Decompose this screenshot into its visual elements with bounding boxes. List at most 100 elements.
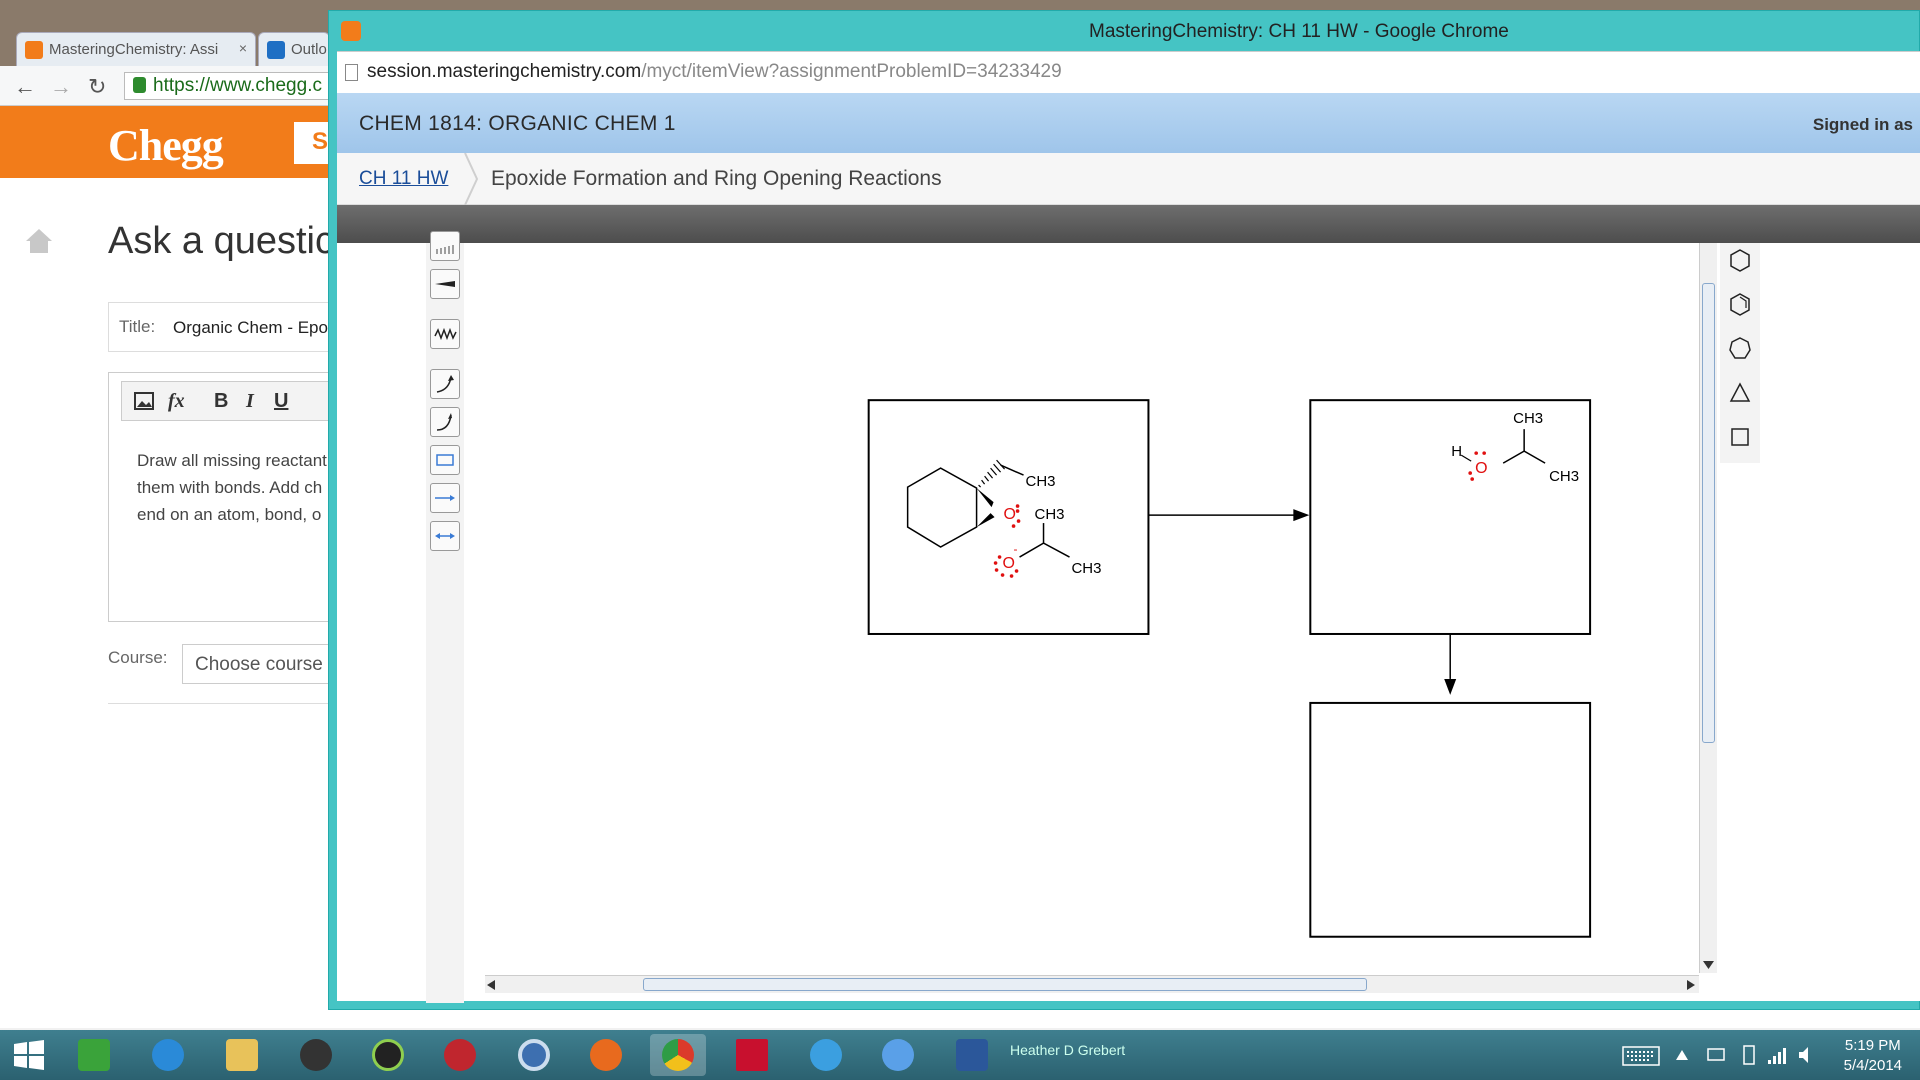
hydroxyl-oxygen-label: O xyxy=(1475,460,1487,477)
tab-label: MasteringChemistry: Assi xyxy=(49,41,219,58)
music-player-icon xyxy=(372,1039,404,1071)
formula-icon[interactable]: fx xyxy=(168,390,185,413)
half-arrow-tool[interactable] xyxy=(430,407,460,437)
taskbar-app[interactable] xyxy=(578,1034,634,1076)
quicktime-icon xyxy=(810,1039,842,1071)
keyboard-icon[interactable] xyxy=(1622,1046,1660,1066)
home-icon[interactable] xyxy=(24,226,54,256)
square-template-icon[interactable] xyxy=(1724,419,1756,455)
breadcrumb-current: Epoxide Formation and Ring Opening React… xyxy=(491,167,942,190)
clock-date: 5/4/2014 xyxy=(1843,1057,1902,1074)
course-label: Course: xyxy=(108,648,168,667)
breadcrumb-chevron-icon xyxy=(464,153,479,205)
italic-button[interactable]: I xyxy=(246,390,254,413)
drawing-canvas[interactable]: CH3 O O - CH3 CH3 CH3 CH3 H O xyxy=(464,243,1704,973)
address-bar[interactable]: session.masteringchemistry.com/myct/item… xyxy=(337,51,1920,93)
media-icon xyxy=(300,1039,332,1071)
taskbar-app[interactable] xyxy=(66,1034,122,1076)
tab-close-icon[interactable]: × xyxy=(239,40,247,56)
kaspersky-icon xyxy=(736,1039,768,1071)
tab-label: Outlo xyxy=(291,41,327,58)
epoxide-wedge-bond[interactable] xyxy=(976,488,994,508)
wavy-bond-icon xyxy=(434,327,457,341)
back-arrow-icon[interactable]: ← xyxy=(14,74,36,100)
system-clock[interactable]: 5:19 PM 5/4/2014 xyxy=(1844,1036,1902,1076)
tab-outlook[interactable]: Outlo xyxy=(258,32,330,66)
scroll-down-icon[interactable] xyxy=(1703,961,1714,969)
windows-start-icon[interactable] xyxy=(12,1040,46,1070)
taskbar-app[interactable] xyxy=(506,1034,562,1076)
taskbar-app[interactable] xyxy=(724,1034,780,1076)
wedge-bond-tool[interactable] xyxy=(430,269,460,299)
hexagon-template-icon[interactable] xyxy=(1724,243,1756,279)
ethyl-bond[interactable] xyxy=(1000,464,1024,476)
horizontal-scrollbar[interactable] xyxy=(485,975,1699,993)
underline-button[interactable]: U xyxy=(274,390,288,413)
taskbar-app[interactable] xyxy=(870,1034,926,1076)
ch3-label: CH3 xyxy=(1035,506,1065,523)
tab-mastering-chemistry[interactable]: MasteringChemistry: Assi × xyxy=(16,32,256,66)
box-tool[interactable] xyxy=(430,445,460,475)
o-h-bond[interactable] xyxy=(1460,454,1472,462)
signal-icon[interactable] xyxy=(1766,1044,1788,1066)
isopropanol-bonds[interactable] xyxy=(1502,450,1546,464)
network-icon[interactable] xyxy=(1706,1046,1726,1064)
taskbar-app-active[interactable] xyxy=(650,1034,706,1076)
address-text: https://www.chegg.c xyxy=(153,75,322,96)
page-title: Ask a questic xyxy=(108,220,334,262)
hashed-bond[interactable] xyxy=(978,459,1006,488)
scroll-left-icon[interactable] xyxy=(487,980,495,990)
benzene-template-icon[interactable] xyxy=(1724,287,1756,323)
curved-arrow-icon xyxy=(436,375,454,393)
reaction-arrow-tool[interactable] xyxy=(430,483,460,513)
taskbar-app[interactable] xyxy=(360,1034,416,1076)
title-input-value[interactable]: Organic Chem - Epo xyxy=(173,318,328,338)
vertical-scroll-thumb[interactable] xyxy=(1702,283,1715,743)
taskbar-app[interactable] xyxy=(214,1034,270,1076)
scroll-right-icon[interactable] xyxy=(1687,980,1695,990)
curved-arrow-tool[interactable] xyxy=(430,369,460,399)
ch3-label: CH3 xyxy=(1072,560,1102,577)
breadcrumb-link-assignment[interactable]: CH 11 HW xyxy=(359,168,448,190)
reaction-arrowhead xyxy=(1444,678,1457,695)
ch3-label: CH3 xyxy=(1026,473,1056,490)
taskbar-app[interactable] xyxy=(432,1034,488,1076)
window-titlebar[interactable]: MasteringChemistry: CH 11 HW - Google Ch… xyxy=(329,11,1920,51)
mastering-app-icon xyxy=(341,21,361,41)
vertical-scrollbar[interactable] xyxy=(1699,243,1717,973)
resonance-arrow-tool[interactable] xyxy=(430,521,460,551)
cyclohexane-ring[interactable] xyxy=(906,467,978,548)
chrome-icon xyxy=(662,1039,694,1071)
rectangle-icon xyxy=(436,454,454,466)
epoxide-wedge-bond[interactable] xyxy=(976,513,995,528)
url-text[interactable]: session.masteringchemistry.com/myct/item… xyxy=(367,61,1062,83)
triangle-template-icon[interactable] xyxy=(1724,375,1756,411)
hashed-bond-icon xyxy=(436,245,454,254)
ch3-label: CH3 xyxy=(1513,410,1543,427)
volume-icon[interactable] xyxy=(1796,1044,1818,1066)
tray-user-name[interactable]: Heather D Grebert xyxy=(1010,1042,1125,1058)
taskbar-app[interactable] xyxy=(944,1034,1000,1076)
reload-icon[interactable]: ↻ xyxy=(88,74,106,100)
isopropyl-bonds[interactable] xyxy=(1019,542,1070,558)
heptagon-template-icon[interactable] xyxy=(1724,331,1756,367)
page-icon xyxy=(345,64,358,81)
image-icon[interactable] xyxy=(134,392,154,410)
taskbar-app[interactable] xyxy=(798,1034,854,1076)
taskbar-app[interactable] xyxy=(288,1034,344,1076)
tray-expand-icon[interactable] xyxy=(1676,1050,1688,1060)
alkoxide-oxygen-label: O xyxy=(1003,555,1015,572)
final-product-box[interactable] xyxy=(1309,701,1592,938)
forward-arrow-icon[interactable]: → xyxy=(50,74,72,100)
file-explorer-icon xyxy=(226,1039,258,1071)
bold-button[interactable]: B xyxy=(214,390,228,413)
hashed-wedge-tool[interactable] xyxy=(430,231,460,261)
wavy-bond-tool[interactable] xyxy=(430,319,460,349)
ring-template-palette xyxy=(1720,243,1760,463)
horizontal-scroll-thumb[interactable] xyxy=(643,978,1367,991)
taskbar-app[interactable] xyxy=(140,1034,196,1076)
chegg-logo[interactable]: Chegg xyxy=(108,120,224,171)
lock-icon xyxy=(133,77,146,93)
battery-icon[interactable] xyxy=(1738,1044,1760,1066)
product-box[interactable] xyxy=(1309,399,1592,635)
